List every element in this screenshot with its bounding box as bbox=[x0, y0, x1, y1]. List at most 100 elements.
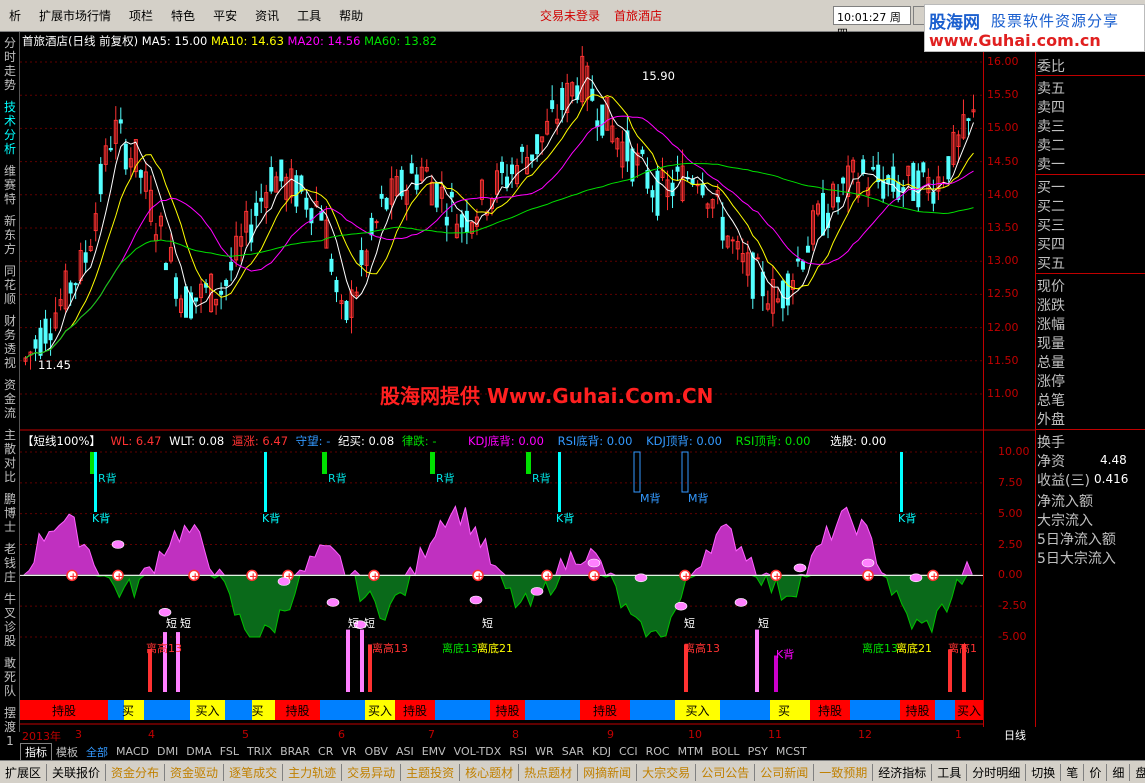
bottom-tab[interactable]: 热点题材 bbox=[519, 763, 579, 781]
bottom-tab[interactable]: 关联报价 bbox=[47, 763, 107, 781]
candle-body bbox=[640, 149, 645, 155]
period-label[interactable]: 日线 bbox=[995, 727, 1035, 742]
left-tab[interactable]: 维赛特 bbox=[2, 164, 18, 206]
bottom-tab[interactable]: 主力轨迹 bbox=[283, 763, 343, 781]
left-tab[interactable]: 同花顺 bbox=[2, 264, 18, 306]
indicator-tab[interactable]: MCST bbox=[772, 745, 811, 758]
indicator-tab[interactable]: BOLL bbox=[707, 745, 743, 758]
indicator-tab[interactable]: 模板 bbox=[52, 744, 82, 760]
indicator-tick: 10.00 bbox=[998, 445, 1030, 458]
status-label: 买入 bbox=[368, 704, 392, 718]
price-tick: 13.00 bbox=[987, 254, 1019, 268]
menu-item[interactable]: 资讯 bbox=[246, 7, 288, 24]
status-label: 买入 bbox=[196, 704, 220, 718]
bottom-right-tab[interactable]: 盘 bbox=[1130, 764, 1145, 781]
bottom-tab[interactable]: 资金驱动 bbox=[165, 763, 225, 781]
indicator-tab[interactable]: VR bbox=[337, 745, 360, 758]
bottom-tab[interactable]: 大宗交易 bbox=[637, 763, 697, 781]
indicator-tab[interactable]: KDJ bbox=[588, 745, 615, 758]
k-back-low-label: K背 bbox=[776, 647, 794, 661]
menu-item[interactable]: 特色 bbox=[162, 7, 204, 24]
indicator-tab[interactable]: VOL-TDX bbox=[450, 745, 506, 758]
indicator-tab[interactable]: CR bbox=[314, 745, 337, 758]
left-tab[interactable]: 资金流 bbox=[2, 378, 18, 420]
bottom-tab[interactable]: 一致预期 bbox=[814, 763, 874, 781]
bottom-right-tab[interactable]: 细 bbox=[1107, 763, 1131, 781]
indicator-tab[interactable]: FSL bbox=[216, 745, 243, 758]
indicator-tab[interactable]: WR bbox=[531, 745, 558, 758]
menu-item[interactable]: 项栏 bbox=[120, 7, 162, 24]
bottom-tab[interactable]: 交易异动 bbox=[342, 763, 402, 781]
bottom-tab[interactable]: 经济指标 bbox=[873, 763, 933, 781]
candle-body bbox=[760, 271, 765, 297]
candle-body bbox=[795, 258, 800, 262]
distance-label: 离底13 bbox=[862, 641, 898, 655]
indicator-tab[interactable]: 指标 bbox=[20, 742, 52, 761]
candle-body bbox=[670, 182, 675, 197]
logo-subtitle: 股票软件资源分享 bbox=[991, 12, 1120, 30]
menu-items: 析扩展市场行情 项栏 特色 平安 资讯 工具 帮助 bbox=[0, 7, 372, 24]
bottom-tab[interactable]: 工具 bbox=[932, 763, 968, 781]
left-vertical-tabs: 分时走势技术分析维赛特新东方同花顺财务透视资金流主散对比鹏博士老钱庄牛叉诊股敢死… bbox=[0, 32, 20, 748]
bottom-right-tab[interactable]: 笔 bbox=[1061, 763, 1085, 781]
fund-flow-label: 大宗流入 bbox=[1037, 513, 1093, 529]
login-status[interactable]: 交易未登录 bbox=[540, 7, 600, 24]
indicator-tab[interactable]: OBV bbox=[361, 745, 392, 758]
bottom-right-tab[interactable]: 价 bbox=[1084, 763, 1108, 781]
menu-item[interactable]: 帮助 bbox=[330, 7, 372, 24]
indicator-tab[interactable]: TRIX bbox=[243, 745, 276, 758]
indicator-tab[interactable]: DMI bbox=[153, 745, 182, 758]
indicator-tab[interactable]: SAR bbox=[558, 745, 588, 758]
left-tab[interactable]: 技术分析 bbox=[2, 100, 18, 156]
menu-item[interactable]: 扩展市场行情 bbox=[30, 7, 120, 24]
time-label: 6 bbox=[338, 728, 345, 741]
indicator-tab[interactable]: PSY bbox=[744, 745, 772, 758]
left-tab[interactable]: 敢死队 bbox=[2, 656, 18, 698]
indicator-tab[interactable]: MTM bbox=[674, 745, 708, 758]
bottom-tab[interactable]: 主题投资 bbox=[401, 763, 461, 781]
bottom-tab[interactable]: 公司公告 bbox=[696, 763, 756, 781]
bottom-tab[interactable]: 网摘新闻 bbox=[578, 763, 638, 781]
bottom-tab[interactable]: 切换 bbox=[1026, 763, 1062, 781]
menu-item[interactable]: 析 bbox=[0, 7, 30, 24]
candle-body bbox=[785, 273, 790, 306]
left-tab[interactable]: 鹏博士 bbox=[2, 492, 18, 534]
bottom-tab[interactable]: 扩展区 bbox=[0, 763, 48, 781]
indicator-tab[interactable]: EMV bbox=[418, 745, 450, 758]
bottom-tab[interactable]: 资金分布 bbox=[106, 763, 166, 781]
fund-flow-label: 5日大宗流入 bbox=[1037, 551, 1116, 567]
sell-signal-icon bbox=[734, 598, 748, 607]
indicator-tab[interactable]: MACD bbox=[112, 745, 153, 758]
left-tab[interactable]: 财务透视 bbox=[2, 314, 18, 370]
shouyi-value: 0.416 bbox=[1094, 472, 1129, 486]
buy-level-label: 买一 bbox=[1037, 180, 1065, 196]
candle-body bbox=[645, 170, 650, 189]
left-tab[interactable]: 牛叉诊股 bbox=[2, 592, 18, 648]
sell-signal-icon bbox=[158, 608, 172, 617]
indicator-tab[interactable]: CCI bbox=[615, 745, 642, 758]
indicator-tab[interactable]: RSI bbox=[505, 745, 531, 758]
indicator-tab[interactable]: BRAR bbox=[276, 745, 314, 758]
menu-item[interactable]: 工具 bbox=[288, 7, 330, 24]
bottom-tab[interactable]: 核心题材 bbox=[460, 763, 520, 781]
distance-label: 离底21 bbox=[896, 641, 932, 655]
indicator-tab[interactable]: 全部 bbox=[82, 744, 112, 760]
bottom-tab[interactable]: 公司新闻 bbox=[755, 763, 815, 781]
left-tab[interactable]: 老钱庄 bbox=[2, 542, 18, 584]
indicator-tab[interactable]: DMA bbox=[182, 745, 216, 758]
r-back-label: R背 bbox=[328, 471, 347, 485]
indicator-tab[interactable]: ROC bbox=[642, 745, 674, 758]
indicator-name[interactable]: 【短线100%】 bbox=[22, 434, 101, 448]
watermark-text: 股海网提供 Www.Guhai.Com.CN bbox=[380, 384, 714, 408]
left-tab[interactable]: 分时走势 bbox=[2, 36, 18, 92]
left-tab[interactable]: 主散对比 bbox=[2, 428, 18, 484]
left-tab[interactable]: 新东方 bbox=[2, 214, 18, 256]
bottom-tab[interactable]: 分时明细 bbox=[967, 763, 1027, 781]
indicator-tab[interactable]: ASI bbox=[392, 745, 418, 758]
left-tab[interactable]: 摆渡1 bbox=[2, 706, 18, 748]
candle-body bbox=[560, 87, 565, 111]
candle-body bbox=[68, 282, 73, 294]
stock-name-menu[interactable]: 首旅酒店 bbox=[614, 7, 662, 24]
bottom-tab[interactable]: 逐笔成交 bbox=[224, 763, 284, 781]
menu-item[interactable]: 平安 bbox=[204, 7, 246, 24]
